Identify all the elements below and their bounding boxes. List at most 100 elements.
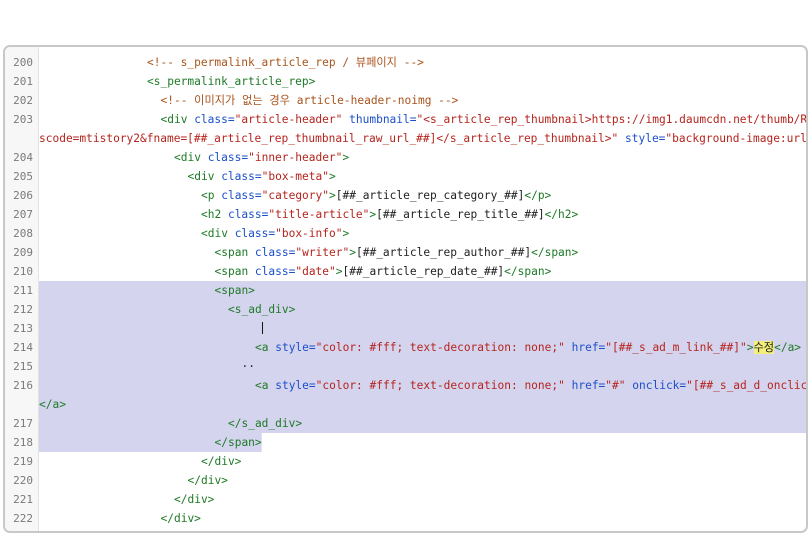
code-line[interactable]: 210 <span class="date">[##_article_rep_da…: [5, 262, 806, 281]
code-token: </span>: [214, 436, 262, 449]
code-token: </h2>: [544, 208, 579, 221]
code-line[interactable]: 216 <a style="color: #fff; text-decoratio…: [5, 376, 806, 395]
line-number: 220: [13, 474, 33, 487]
code-token: <a: [255, 341, 276, 354]
code-editor[interactable]: 200 <!-- s_permalink_article_rep / 뷰페이지 -…: [3, 45, 808, 533]
line-number: 207: [13, 208, 33, 221]
code-line[interactable]: 203 <div class="article-header" thumbnail…: [5, 110, 806, 129]
code-token: <div: [187, 170, 222, 183]
code-text[interactable]: <s_ad_div>: [39, 300, 806, 319]
code-text[interactable]: </div>: [39, 509, 806, 528]
code-line[interactable]: 207 <h2 class="title-article">[##_article…: [5, 205, 806, 224]
code-line[interactable]: 221 </div>: [5, 490, 806, 509]
code-token: </div>: [160, 512, 201, 525]
code-line[interactable]: 215 ··: [5, 357, 806, 376]
line-number: 213: [13, 322, 33, 335]
code-line[interactable]: 209 <span class="writer">[##_article_rep_…: [5, 243, 806, 262]
code-token: class=: [194, 113, 235, 126]
line-number: 202: [13, 94, 33, 107]
code-line[interactable]: 212 <s_ad_div>: [5, 300, 806, 319]
code-token: [##_article_rep_category_##]: [335, 189, 525, 202]
code-text[interactable]: scode=mtistory2&fname=[##_article_rep_th…: [39, 129, 806, 148]
code-line[interactable]: 213: [5, 319, 806, 338]
code-token: <p: [201, 189, 222, 202]
code-line[interactable]: 204 <div class="inner-header">: [5, 148, 806, 167]
code-line[interactable]: 222 </div>: [5, 509, 806, 528]
code-text[interactable]: <span class="writer">[##_article_rep_aut…: [39, 243, 806, 262]
code-token: "[##_s_ad_m_link_##]": [605, 341, 747, 354]
code-token: >: [349, 246, 356, 259]
code-token: onclick=: [632, 379, 687, 392]
code-token: >: [329, 189, 336, 202]
code-text[interactable]: <s_permalink_article_rep>: [39, 72, 806, 91]
code-token: </span>: [531, 246, 579, 259]
code-line[interactable]: 202 <!-- 이미지가 없는 경우 article-header-noimg …: [5, 91, 806, 110]
code-text[interactable]: <a style="color: #fff; text-decoration: …: [39, 338, 806, 357]
code-token: <span>: [214, 284, 255, 297]
code-token: [##_article_rep_date_##]: [342, 265, 505, 278]
code-token: "color: #fff; text-decoration: none;": [315, 379, 565, 392]
code-text[interactable]: </div>: [39, 452, 806, 471]
code-text[interactable]: <div class="inner-header">: [39, 148, 806, 167]
code-token: style=: [275, 379, 316, 392]
code-line[interactable]: 206 <p class="category">[##_article_rep_c…: [5, 186, 806, 205]
code-token: >: [342, 151, 350, 164]
code-token: </p>: [524, 189, 552, 202]
code-text[interactable]: <!-- 이미지가 없는 경우 article-header-noimg -->: [39, 91, 806, 110]
code-token: "[##_s_ad_d_onclick_##]": [686, 379, 806, 392]
code-text[interactable]: <span>: [39, 281, 806, 300]
code-line[interactable]: 200 <!-- s_permalink_article_rep / 뷰페이지 -…: [5, 53, 806, 72]
code-line[interactable]: 208 <div class="box-info">: [5, 224, 806, 243]
code-line[interactable]: 218 </span>: [5, 433, 806, 452]
code-text[interactable]: ··: [39, 357, 806, 376]
line-number: 210: [13, 265, 33, 278]
code-line[interactable]: scode=mtistory2&fname=[##_article_rep_th…: [5, 129, 806, 148]
line-number: 209: [13, 246, 33, 259]
code-text[interactable]: <div class="box-meta">: [39, 167, 806, 186]
code-token: class=: [207, 151, 249, 164]
code-text[interactable]: </s_ad_div>: [39, 414, 806, 433]
code-text[interactable]: <span class="date">[##_article_rep_date_…: [39, 262, 806, 281]
code-lines[interactable]: 200 <!-- s_permalink_article_rep / 뷰페이지 -…: [5, 47, 806, 528]
code-token: class=: [234, 227, 276, 240]
code-text[interactable]: </div>: [39, 471, 806, 490]
code-line[interactable]: 214 <a style="color: #fff; text-decoratio…: [5, 338, 806, 357]
code-token: href=: [571, 341, 606, 354]
code-line[interactable]: 205 <div class="box-meta">: [5, 167, 806, 186]
code-token: </a>: [39, 398, 66, 411]
code-text[interactable]: <div class="box-info">: [39, 224, 806, 243]
code-token: </div>: [174, 493, 215, 506]
code-text[interactable]: </span>: [39, 433, 806, 452]
code-text[interactable]: </a>: [39, 395, 806, 414]
code-token: <a: [255, 379, 276, 392]
code-token: <span: [214, 246, 255, 259]
code-token: >: [335, 265, 343, 278]
code-text[interactable]: </div>: [39, 490, 806, 509]
code-line[interactable]: 211 <span>: [5, 281, 806, 300]
code-token: style=: [625, 132, 666, 145]
code-text[interactable]: [39, 319, 806, 338]
line-number: 218: [13, 436, 33, 449]
code-token: </div>: [201, 455, 242, 468]
code-token: "inner-header": [248, 151, 343, 164]
line-number: 201: [13, 75, 33, 88]
code-token: <s_ad_div>: [228, 303, 296, 316]
code-token: class=: [254, 265, 296, 278]
code-text[interactable]: <!-- s_permalink_article_rep / 뷰페이지 -->: [39, 53, 806, 72]
code-token: 수정: [753, 341, 775, 354]
code-line[interactable]: </a>: [5, 395, 806, 414]
code-text[interactable]: <a style="color: #fff; text-decoration: …: [39, 376, 806, 395]
code-text[interactable]: <h2 class="title-article">[##_article_re…: [39, 205, 806, 224]
code-text[interactable]: <div class="article-header" thumbnail="<…: [39, 110, 807, 129]
code-line[interactable]: 217 </s_ad_div>: [5, 414, 806, 433]
line-number: 216: [13, 379, 33, 392]
code-text[interactable]: <p class="category">[##_article_rep_cate…: [39, 186, 806, 205]
code-token: <s_permalink_article_rep>: [147, 75, 316, 88]
code-line[interactable]: 201 <s_permalink_article_rep>: [5, 72, 806, 91]
code-token: [##_article_rep_author_##]: [355, 246, 532, 259]
code-line[interactable]: 219 </div>: [5, 452, 806, 471]
code-line[interactable]: 220 </div>: [5, 471, 806, 490]
